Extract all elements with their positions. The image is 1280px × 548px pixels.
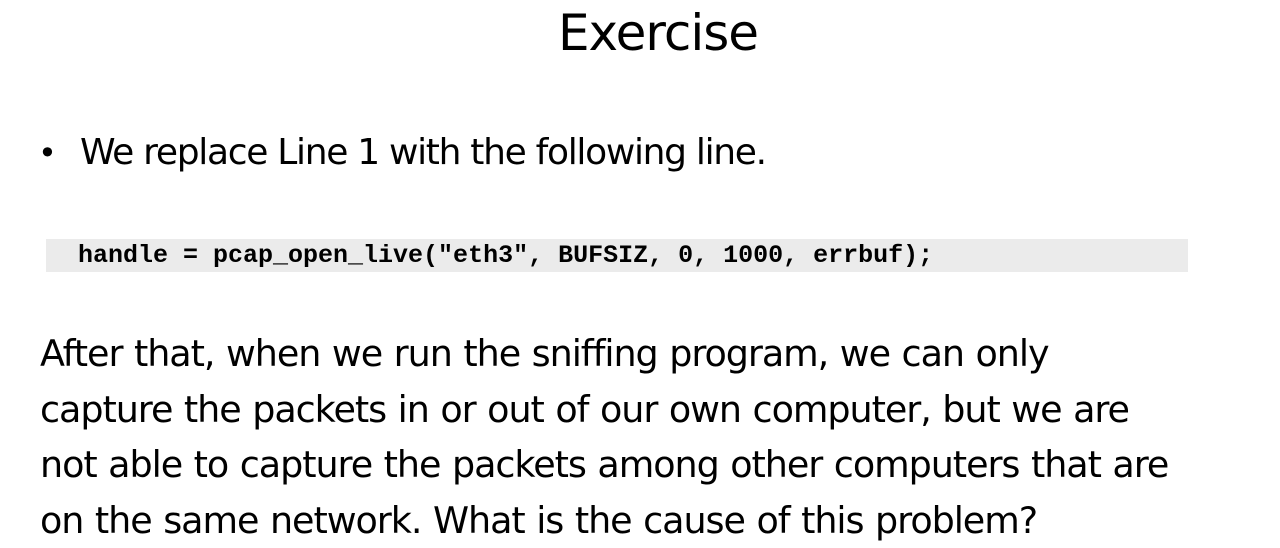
paragraph-line: on the same network. What is the cause o… (40, 493, 1280, 548)
code-snippet: handle = pcap_open_live("eth3", BUFSIZ, … (46, 239, 1188, 272)
bullet-text: We replace Line 1 with the following lin… (80, 128, 766, 178)
paragraph-line: After that, when we run the sniffing pro… (40, 326, 1280, 382)
slide-title: Exercise (0, 2, 1280, 64)
code-line: handle = pcap_open_live("eth3", BUFSIZ, … (78, 239, 933, 272)
paragraph-line: capture the packets in or out of our own… (40, 382, 1280, 438)
paragraph-line: not able to capture the packets among ot… (40, 437, 1280, 493)
bullet-item: • We replace Line 1 with the following l… (38, 128, 766, 178)
bullet-dot-icon: • (38, 128, 80, 178)
question-paragraph: After that, when we run the sniffing pro… (40, 326, 1280, 548)
